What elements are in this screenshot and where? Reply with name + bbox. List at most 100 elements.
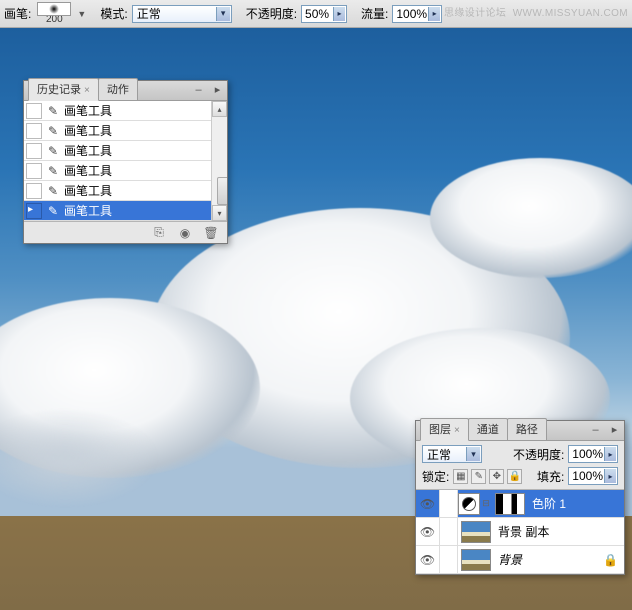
snapshot-col xyxy=(26,163,42,179)
panel-menu-icon[interactable]: ▸ xyxy=(607,423,622,436)
tab-channels-label: 通道 xyxy=(477,424,499,436)
brush-dropdown-arrow-icon[interactable]: ▼ xyxy=(77,9,86,19)
minimize-icon[interactable]: – xyxy=(191,83,206,96)
layer-list: 👁 ⊟ 色阶 1 👁 背景 副本 👁 背景 🔒 xyxy=(416,490,624,574)
tab-layers[interactable]: 图层× xyxy=(420,418,469,441)
history-item[interactable]: ✎画笔工具 xyxy=(24,101,227,121)
layer-row[interactable]: 👁 背景 🔒 xyxy=(416,546,624,574)
lock-label: 锁定: xyxy=(422,468,449,485)
brush-icon: ✎ xyxy=(46,124,60,138)
tab-channels[interactable]: 通道 xyxy=(468,418,508,440)
scroll-up-icon[interactable]: ▴ xyxy=(212,101,227,117)
layer-fill-field[interactable]: 100%▸ xyxy=(568,467,618,485)
adjustment-icon xyxy=(458,493,480,515)
history-item[interactable]: ✎画笔工具 xyxy=(24,161,227,181)
history-item[interactable]: ✎ 画笔工具 xyxy=(24,141,227,161)
scroll-down-icon[interactable]: ▾ xyxy=(212,205,227,221)
dropdown-arrow-icon: ▾ xyxy=(216,7,230,21)
history-item-label: 画笔工具 xyxy=(64,142,112,159)
tab-history-label: 历史记录 xyxy=(37,84,81,96)
history-item[interactable]: ▸ ✎ 画笔工具 xyxy=(24,201,227,221)
visibility-toggle[interactable]: 👁 xyxy=(416,546,440,573)
new-document-icon[interactable]: ⎘ xyxy=(151,226,167,240)
mask-link-icon[interactable]: ⊟ xyxy=(480,498,492,509)
lock-position-icon[interactable]: ✥ xyxy=(489,469,504,484)
flyout-arrow-icon: ▸ xyxy=(604,469,616,483)
flyout-arrow-icon: ▸ xyxy=(333,7,345,21)
visibility-toggle[interactable]: 👁 xyxy=(416,490,440,517)
lock-all-icon[interactable]: 🔒 xyxy=(507,469,522,484)
history-item[interactable]: ✎ 画笔工具 xyxy=(24,121,227,141)
brush-swatch-icon xyxy=(37,2,71,16)
lock-buttons: ▦ ✎ ✥ 🔒 xyxy=(453,469,522,484)
snapshot-col xyxy=(26,143,42,159)
history-source-icon: ▸ xyxy=(26,203,42,219)
history-footer: ⎘ ◉ 🗑 xyxy=(24,221,227,243)
flow-label: 流量: xyxy=(361,5,388,22)
link-col[interactable] xyxy=(440,490,458,517)
opacity-label: 不透明度: xyxy=(246,5,297,22)
layer-blend-dropdown[interactable]: 正常 ▾ xyxy=(422,445,482,463)
mode-label: 模式: xyxy=(100,5,127,22)
flyout-arrow-icon: ▸ xyxy=(428,7,440,21)
brush-icon: ✎ xyxy=(46,164,60,178)
opacity-value: 50% xyxy=(305,7,329,21)
brush-icon: ✎ xyxy=(46,204,60,218)
fill-label: 填充: xyxy=(537,468,564,485)
history-list: ✎画笔工具 ✎画笔工具 ✎画笔工具 ✎画笔工具 ✎画笔工具 ▸✎画笔工具 ▴ ▾ xyxy=(24,101,227,221)
snapshot-col xyxy=(26,183,42,199)
history-item-label: 画笔工具 xyxy=(64,202,112,219)
snapshot-col xyxy=(26,123,42,139)
minimize-icon[interactable]: – xyxy=(588,423,603,436)
brush-icon: ✎ xyxy=(46,144,60,158)
history-item[interactable]: ✎画笔工具 xyxy=(24,181,227,201)
blend-mode-value: 正常 xyxy=(137,5,161,22)
tab-actions-label: 动作 xyxy=(107,84,129,96)
layer-opacity-value: 100% xyxy=(572,447,603,461)
layer-mask-thumb[interactable] xyxy=(495,493,525,515)
layer-fill-value: 100% xyxy=(572,469,603,483)
layer-name[interactable]: 色阶 1 xyxy=(528,495,624,512)
close-icon[interactable]: × xyxy=(454,425,460,436)
trash-icon[interactable]: 🗑 xyxy=(203,226,219,240)
opacity-field[interactable]: 50% ▸ xyxy=(301,5,347,23)
scrollbar[interactable]: ▴ ▾ xyxy=(211,101,227,221)
watermark: 思缘设计论坛 WWW.MISSYUAN.COM xyxy=(444,4,628,19)
close-icon[interactable]: × xyxy=(84,85,90,96)
lock-pixels-icon[interactable]: ✎ xyxy=(471,469,486,484)
layer-opacity-label: 不透明度: xyxy=(513,446,564,463)
layer-row[interactable]: 👁 背景 副本 xyxy=(416,518,624,546)
layer-thumb xyxy=(461,549,491,571)
panel-menu-icon[interactable]: ▸ xyxy=(210,83,225,96)
lock-transparency-icon[interactable]: ▦ xyxy=(453,469,468,484)
layers-options: 正常 ▾ 不透明度: 100%▸ 锁定: ▦ ✎ ✥ 🔒 填充: 100%▸ xyxy=(416,441,624,490)
brush-preset-picker[interactable]: 200 xyxy=(35,2,73,25)
history-item-label: 画笔工具 xyxy=(64,122,112,139)
blend-mode-dropdown[interactable]: 正常 ▾ xyxy=(132,5,232,23)
link-col[interactable] xyxy=(440,518,458,545)
tab-history[interactable]: 历史记录× xyxy=(28,78,99,101)
layer-thumb xyxy=(461,521,491,543)
scroll-thumb[interactable] xyxy=(217,177,227,205)
flow-field[interactable]: 100% ▸ xyxy=(392,5,442,23)
flow-value: 100% xyxy=(396,7,427,21)
layer-opacity-field[interactable]: 100%▸ xyxy=(568,445,618,463)
watermark-cn: 思缘设计论坛 xyxy=(444,8,506,19)
brush-icon: ✎ xyxy=(46,184,60,198)
layer-blend-value: 正常 xyxy=(427,446,451,463)
tab-actions[interactable]: 动作 xyxy=(98,78,138,100)
dropdown-arrow-icon: ▾ xyxy=(466,447,480,461)
link-col[interactable] xyxy=(440,546,458,573)
visibility-toggle[interactable]: 👁 xyxy=(416,518,440,545)
brush-icon: ✎ xyxy=(46,104,60,118)
tab-paths-label: 路径 xyxy=(516,424,538,436)
snapshot-col xyxy=(26,103,42,119)
history-panel-tabs: 历史记录× 动作 – ▸ xyxy=(24,81,227,101)
new-snapshot-icon[interactable]: ◉ xyxy=(177,226,193,240)
tab-paths[interactable]: 路径 xyxy=(507,418,547,440)
flyout-arrow-icon: ▸ xyxy=(604,447,616,461)
layer-row[interactable]: 👁 ⊟ 色阶 1 xyxy=(416,490,624,518)
layer-name[interactable]: 背景 副本 xyxy=(494,523,624,540)
watermark-url: WWW.MISSYUAN.COM xyxy=(513,8,628,19)
layer-name[interactable]: 背景 xyxy=(494,551,597,568)
